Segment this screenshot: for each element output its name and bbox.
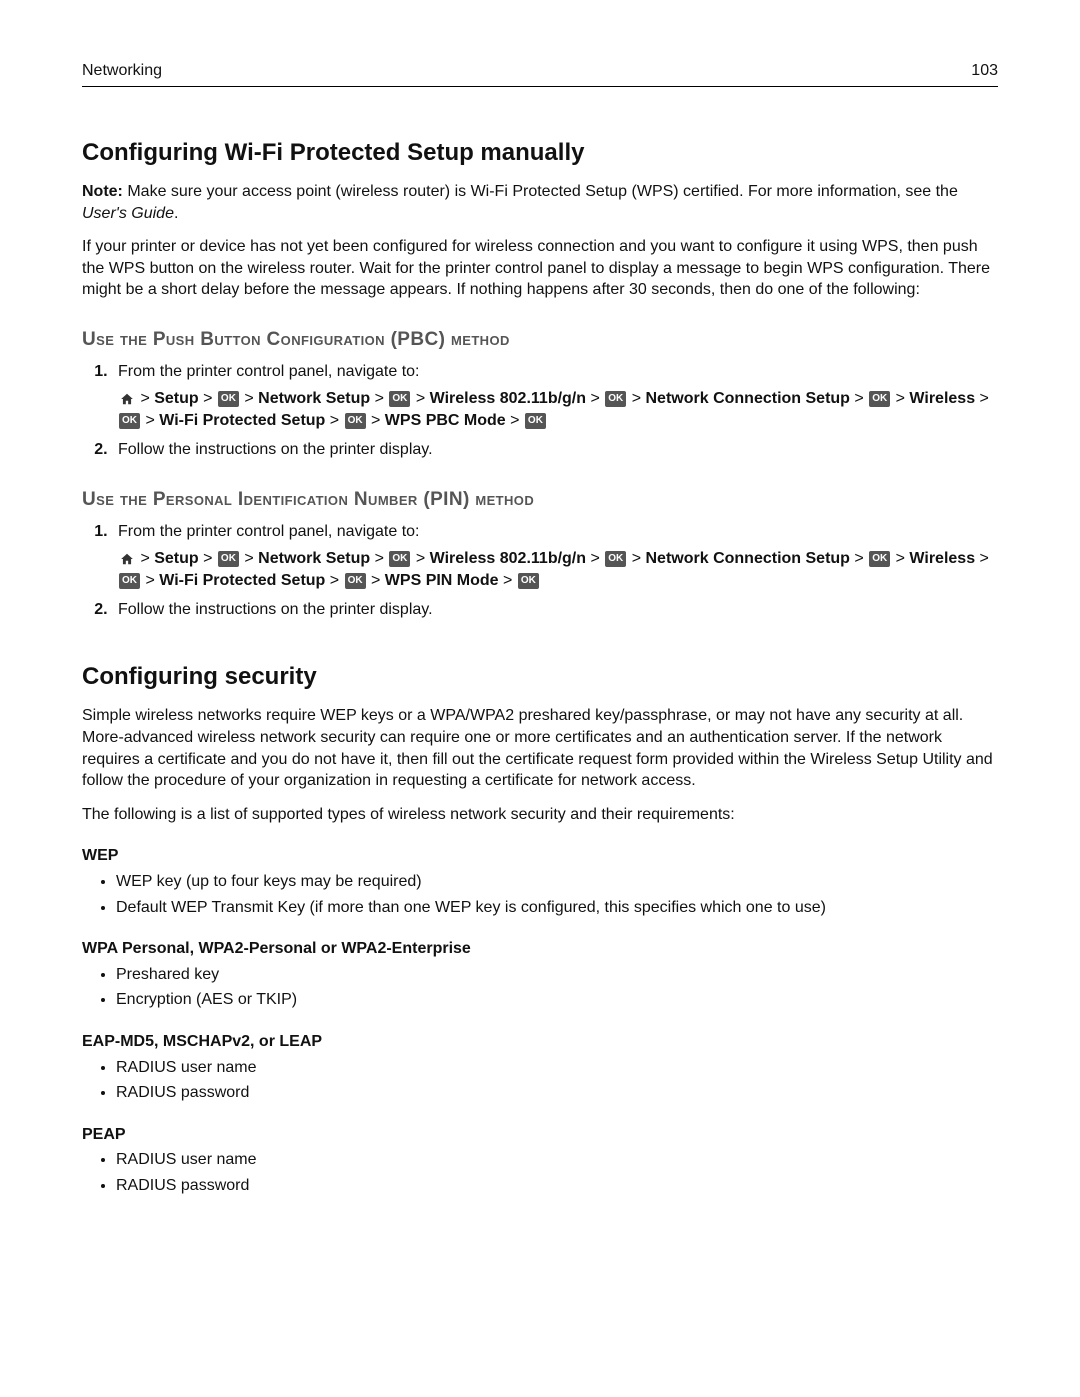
pbc-steps: From the printer control panel, navigate… xyxy=(82,361,998,461)
note-label: Note: xyxy=(82,183,123,200)
ok-button-icon: OK xyxy=(869,391,890,407)
security-following-paragraph: The following is a list of supported typ… xyxy=(82,804,998,826)
ok-button-icon: OK xyxy=(518,573,539,589)
ok-button-icon: OK xyxy=(605,391,626,407)
list-item: RADIUS password xyxy=(116,1082,998,1104)
nav-setup: Setup xyxy=(154,550,198,567)
nav-mode: WPS PBC Mode xyxy=(385,412,506,429)
pin-step1-text: From the printer control panel, navigate… xyxy=(118,523,420,540)
wps-intro-paragraph: If your printer or device has not yet be… xyxy=(82,236,998,301)
wep-list: WEP key (up to four keys may be required… xyxy=(82,871,998,918)
nav-wireless-std: Wireless 802.11b/g/n xyxy=(430,550,586,567)
list-item: RADIUS user name xyxy=(116,1149,998,1171)
pbc-step1-text: From the printer control panel, navigate… xyxy=(118,363,420,380)
heading-configuring-security: Configuring security xyxy=(82,661,998,693)
heading-wps-manual: Configuring Wi‑Fi Protected Setup manual… xyxy=(82,137,998,169)
nav-network-setup: Network Setup xyxy=(258,550,370,567)
ok-button-icon: OK xyxy=(605,551,626,567)
note-guide-ref: User's Guide xyxy=(82,205,174,222)
nav-network-setup: Network Setup xyxy=(258,390,370,407)
pin-nav-path: > Setup > OK > Network Setup > OK > Wire… xyxy=(118,548,998,591)
ok-button-icon: OK xyxy=(345,573,366,589)
nav-wireless: Wireless xyxy=(909,550,975,567)
ok-button-icon: OK xyxy=(525,413,546,429)
ok-button-icon: OK xyxy=(218,391,239,407)
note-text: Make sure your access point (wireless ro… xyxy=(123,183,958,200)
ok-button-icon: OK xyxy=(119,573,140,589)
heading-pin-method: Use the Personal Identification Number (… xyxy=(82,487,998,513)
security-intro-paragraph: Simple wireless networks require WEP key… xyxy=(82,705,998,791)
note-paragraph: Note: Make sure your access point (wirel… xyxy=(82,181,998,224)
ok-button-icon: OK xyxy=(218,551,239,567)
list-item: RADIUS password xyxy=(116,1175,998,1197)
list-item: RADIUS user name xyxy=(116,1057,998,1079)
ok-button-icon: OK xyxy=(345,413,366,429)
eap-list: RADIUS user name RADIUS password xyxy=(82,1057,998,1104)
list-item: Encryption (AES or TKIP) xyxy=(116,989,998,1011)
ok-button-icon: OK xyxy=(119,413,140,429)
pin-step-2: Follow the instructions on the printer d… xyxy=(112,599,998,621)
list-item: WEP key (up to four keys may be required… xyxy=(116,871,998,893)
pbc-step-2: Follow the instructions on the printer d… xyxy=(112,439,998,461)
heading-pbc-method: Use the Push Button Configuration (PBC) … xyxy=(82,327,998,353)
pbc-nav-path: > Setup > OK > Network Setup > OK > Wire… xyxy=(118,388,998,431)
pin-step-1: From the printer control panel, navigate… xyxy=(112,521,998,592)
pbc-step2-text: Follow the instructions on the printer d… xyxy=(118,441,433,458)
list-item: Preshared key xyxy=(116,964,998,986)
ok-button-icon: OK xyxy=(869,551,890,567)
nav-wireless-std: Wireless 802.11b/g/n xyxy=(430,390,586,407)
heading-eap: EAP‑MD5, MSCHAPv2, or LEAP xyxy=(82,1031,998,1053)
pin-steps: From the printer control panel, navigate… xyxy=(82,521,998,621)
wpa-list: Preshared key Encryption (AES or TKIP) xyxy=(82,964,998,1011)
nav-conn-setup: Network Connection Setup xyxy=(646,390,850,407)
page-header: Networking 103 xyxy=(82,60,998,87)
nav-wifi-protected: Wi‑Fi Protected Setup xyxy=(159,412,325,429)
nav-conn-setup: Network Connection Setup xyxy=(646,550,850,567)
note-period: . xyxy=(174,205,178,222)
ok-button-icon: OK xyxy=(389,551,410,567)
home-icon xyxy=(119,388,135,410)
nav-wireless: Wireless xyxy=(909,390,975,407)
heading-wpa: WPA Personal, WPA2‑Personal or WPA2‑Ente… xyxy=(82,938,998,960)
header-section: Networking xyxy=(82,60,162,82)
nav-mode: WPS PIN Mode xyxy=(385,572,499,589)
ok-button-icon: OK xyxy=(389,391,410,407)
home-icon xyxy=(119,548,135,570)
pbc-step-1: From the printer control panel, navigate… xyxy=(112,361,998,432)
header-page-number: 103 xyxy=(971,60,998,82)
list-item: Default WEP Transmit Key (if more than o… xyxy=(116,897,998,919)
nav-setup: Setup xyxy=(154,390,198,407)
peap-list: RADIUS user name RADIUS password xyxy=(82,1149,998,1196)
heading-peap: PEAP xyxy=(82,1124,998,1146)
pin-step2-text: Follow the instructions on the printer d… xyxy=(118,601,433,618)
heading-wep: WEP xyxy=(82,845,998,867)
nav-wifi-protected: Wi‑Fi Protected Setup xyxy=(159,572,325,589)
